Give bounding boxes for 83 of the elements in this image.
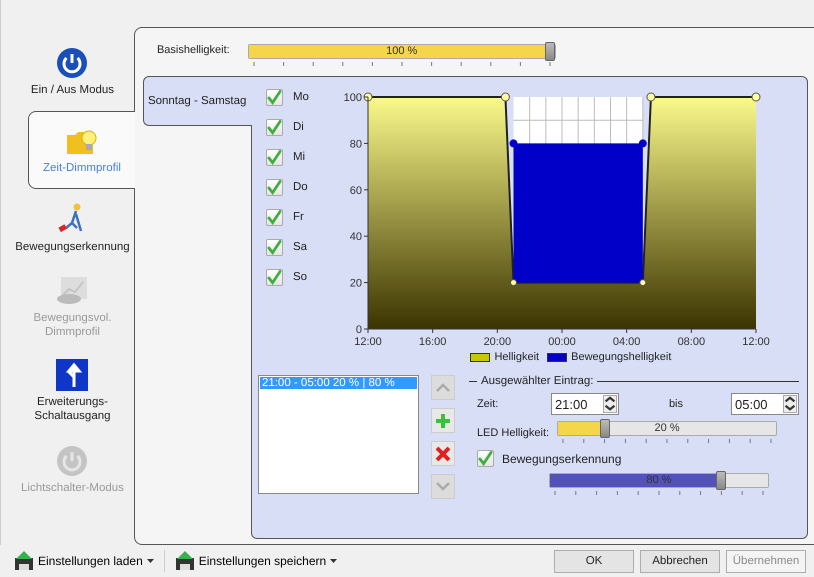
axis-label: 12:00 (742, 336, 770, 347)
sidebar-label: Bewegungserkennung (15, 240, 130, 254)
caret-icon (146, 559, 154, 563)
axis-label: 04:00 (612, 336, 640, 347)
group-title: Ausgewählter Eintrag: (480, 375, 594, 387)
axis-label: 00:00 (548, 336, 576, 347)
control-point[interactable] (509, 139, 518, 148)
axis-label: 100 (344, 92, 362, 104)
checkbox[interactable] (266, 268, 283, 286)
sidebar-label: Zeit-Dimmprofil (42, 161, 121, 175)
checkbox[interactable] (266, 148, 283, 166)
sidebar-label: Ein / Aus Modus (30, 83, 114, 97)
to-label: bis (668, 398, 683, 410)
control-point[interactable] (500, 92, 510, 102)
slider-reading: 20 % (654, 422, 680, 435)
checkbox[interactable] (476, 450, 494, 467)
caret-icon (330, 559, 338, 563)
axis-label: 80 (350, 138, 362, 150)
checkbox[interactable] (266, 118, 283, 136)
time-field[interactable]: 05:00 (731, 393, 799, 415)
slider-reading: 80 % (646, 474, 672, 487)
axis-label: 20 (350, 278, 362, 290)
checkbox[interactable] (266, 178, 283, 196)
day-tab[interactable]: Sonntag - Samstag (142, 76, 252, 126)
slider-thumb[interactable] (600, 419, 610, 438)
day-label: Sa (292, 241, 308, 253)
checkbox[interactable] (266, 88, 283, 106)
sidebar-label: Bewegungsvol. Dimmprofil (32, 311, 112, 339)
base-brightness-label: Basishelligkeit: (156, 44, 230, 56)
axis-label: 20:00 (484, 336, 512, 347)
chart-car-icon (55, 275, 90, 307)
led-brightness-label: LED Helligkeit: (476, 426, 550, 438)
sidebar-item[interactable]: Ein / Aus Modus (11, 33, 134, 111)
sidebar-label: Lichtschalter-Modus (21, 481, 124, 495)
delete-button[interactable] (430, 441, 455, 466)
sidebar-item[interactable]: Erweiterungs- Schaltausgang (11, 347, 134, 435)
settings-menu-button[interactable]: Einstellungen laden (10, 549, 158, 573)
dialog-button[interactable]: Abbrechen (640, 550, 720, 572)
axis-label: 40 (350, 231, 362, 244)
axis-label: 16:00 (418, 336, 446, 347)
save-disk-icon (174, 551, 195, 571)
day-label: So (292, 271, 308, 283)
axis-label: 0 (356, 324, 362, 336)
dialog-button[interactable]: OK (554, 550, 634, 572)
control-point[interactable] (638, 139, 647, 148)
slider[interactable]: 20 % (557, 421, 778, 436)
sidebar-item[interactable]: Bewegungserkennung (11, 189, 134, 267)
motion-label: Bewegungserkennung (502, 452, 622, 466)
axis-label: 60 (350, 184, 362, 197)
spin-icon (602, 395, 617, 413)
slider-thumb[interactable] (544, 42, 555, 61)
spin-icon (783, 395, 797, 413)
legend-label: Bewegungshelligkeit (571, 351, 672, 363)
control-point[interactable] (510, 279, 517, 286)
slider-thumb[interactable] (716, 471, 726, 490)
sidebar-item[interactable]: Zeit-Dimmprofil (28, 111, 135, 189)
checkbox[interactable] (266, 208, 283, 226)
day-label: Fr (292, 211, 304, 223)
legend-swatch (470, 352, 490, 362)
day-label: Mo (292, 91, 309, 103)
legend-label: Helligkeit (494, 351, 540, 363)
save-disk-icon (14, 551, 34, 571)
time-label: Zeit: (476, 398, 500, 410)
plus-icon (434, 412, 451, 428)
control-point[interactable] (751, 92, 760, 102)
slider-reading: 100 % (386, 45, 418, 58)
control-point[interactable] (639, 279, 646, 286)
sidebar-label: Erweiterungs- Schaltausgang (33, 395, 112, 423)
power-icon (56, 445, 88, 477)
time-field[interactable]: 21:00 (550, 393, 619, 415)
day-label: Di (292, 121, 304, 133)
settings-menu-button[interactable]: Einstellungen speichern (170, 549, 342, 573)
delete-icon (434, 446, 451, 462)
legend-swatch (547, 352, 568, 362)
slider[interactable]: 100 % (248, 44, 556, 59)
road-sign-icon (56, 359, 88, 391)
control-point[interactable] (646, 92, 656, 102)
day-label: Do (292, 181, 308, 193)
checkbox[interactable] (266, 238, 283, 256)
power-icon (56, 47, 88, 79)
day-label: Mi (292, 151, 306, 163)
axis-label: 08:00 (678, 336, 706, 347)
axis-label: 12:00 (354, 336, 382, 347)
